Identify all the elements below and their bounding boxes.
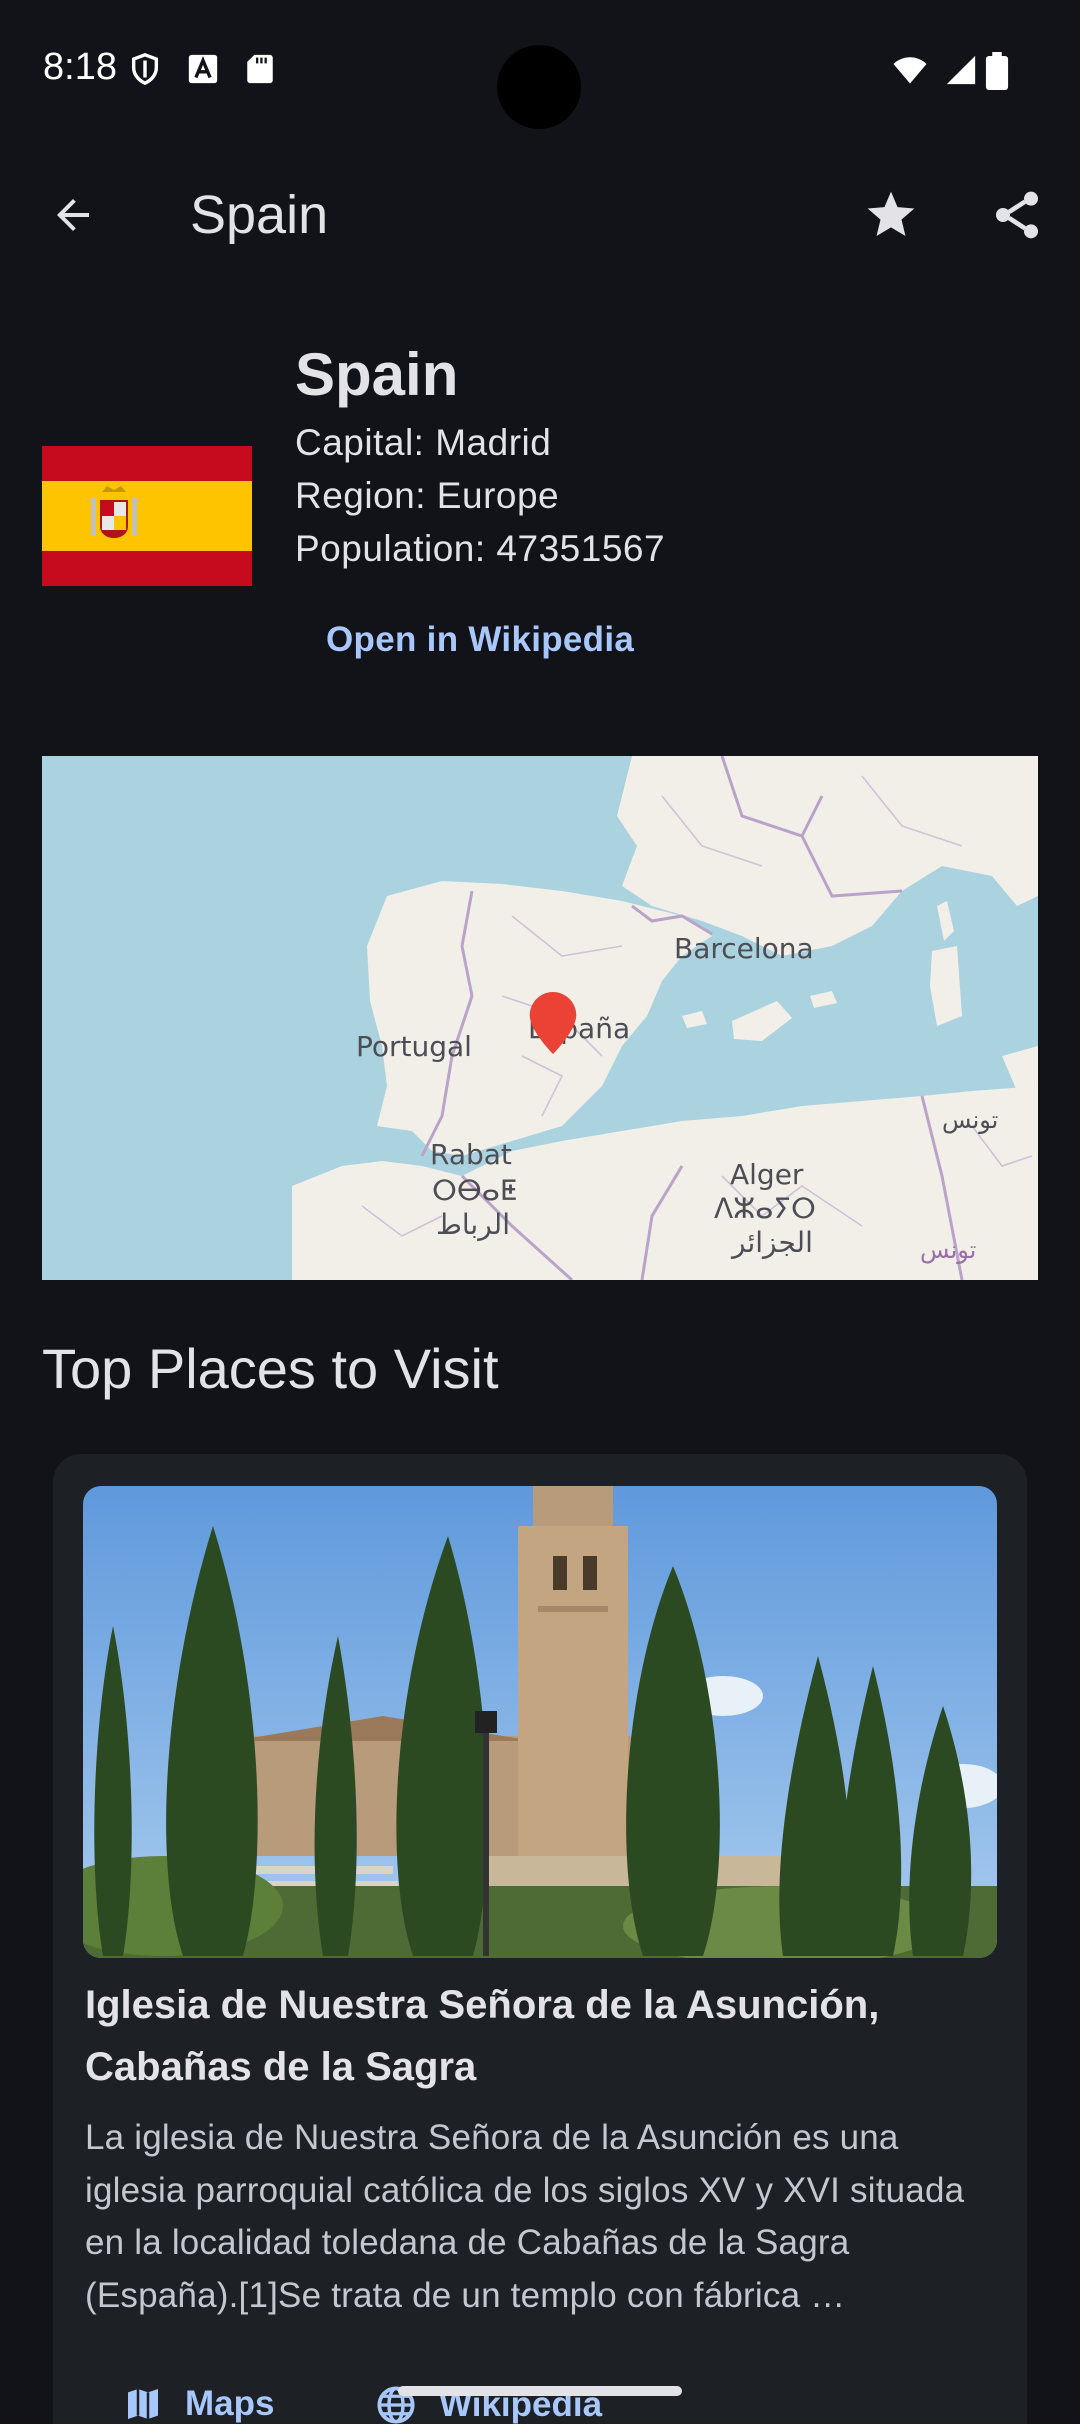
star-icon [867,191,915,236]
share-button[interactable] [984,182,1050,248]
map-pin-icon[interactable] [529,992,577,1054]
back-button[interactable] [40,182,106,248]
open-wikipedia-link[interactable]: Open in Wikipedia [326,620,634,660]
map-label-tunis-arabic-2: تونس [920,1236,977,1264]
place-card[interactable]: Iglesia de Nuestra Señora de la Asunción… [53,1454,1027,2424]
shield-icon [131,53,159,86]
maps-button[interactable]: Maps [123,2384,274,2424]
flag-image [42,446,252,586]
capital-text: Capital: Madrid [295,422,552,463]
map-label-alger-arabic: الجزائر [732,1226,813,1259]
battery-icon [985,52,1009,90]
maps-button-label: Maps [185,2384,275,2423]
camera-cutout [497,45,581,129]
map-label-alger-tifinagh: ⴷⵣⴰⵢⵔ [714,1192,816,1225]
map-label-alger: Alger [730,1158,804,1191]
population-text: Population: 47351567 [295,528,666,569]
screen: 8:18 Spain Spain Capital: Madrid Region:… [0,0,1080,2424]
status-time: 8:18 [43,46,117,88]
place-description: La iglesia de Nuestra Señora de la Asunc… [85,2118,965,2315]
map-label-rabat-arabic: الرباط [436,1208,510,1241]
app-bar-title: Spain [190,185,329,245]
map-label-portugal: Portugal [356,1030,472,1063]
favorite-button[interactable] [858,182,924,248]
country-map[interactable]: Barcelona España Portugal Rabat ⵔⴱⴰⵟ الر… [42,756,1038,1280]
font-icon [188,54,218,84]
map-label-rabat-tifinagh: ⵔⴱⴰⵟ [432,1174,518,1207]
map-label-tunis-arabic: تونس [942,1106,999,1134]
map-label-barcelona: Barcelona [674,932,814,965]
section-title: Top Places to Visit [42,1337,499,1400]
share-icon [996,191,1038,239]
place-title: Iglesia de Nuestra Señora de la Asunción… [85,1983,880,2089]
map-icon [128,2389,158,2419]
region-text: Region: Europe [295,475,560,516]
map-label-rabat: Rabat [430,1138,512,1171]
signal-icon [946,55,976,85]
arrow-back-icon [57,199,89,231]
app-bar: Spain [0,160,1080,270]
wifi-icon [893,57,927,84]
sd-card-icon [247,54,273,84]
status-bar: 8:18 [0,0,1080,140]
home-indicator[interactable] [398,2386,682,2396]
country-name: Spain [295,341,459,408]
place-image [83,1486,997,1958]
